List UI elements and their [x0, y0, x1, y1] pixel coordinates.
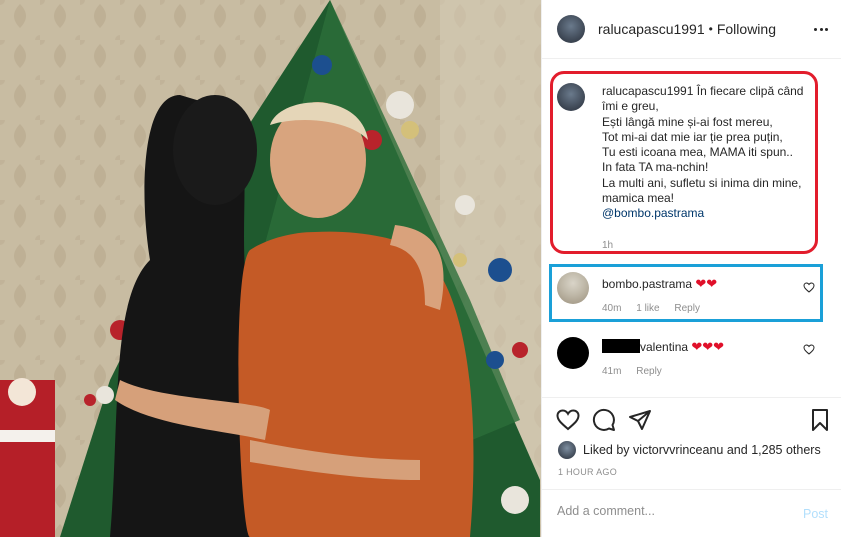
comment-body: ❤❤❤	[691, 339, 725, 354]
likes-summary: Liked by victorvvrinceanu and 1,285 othe…	[558, 441, 821, 459]
add-comment-bar: Post	[542, 489, 841, 537]
comment-time[interactable]: 40m	[602, 303, 621, 314]
likes-others-link[interactable]: 1,285 others	[751, 443, 821, 457]
header-separator: •	[708, 22, 713, 36]
author-avatar[interactable]	[557, 15, 585, 43]
caption-author-avatar[interactable]	[557, 83, 585, 111]
redaction-block	[602, 339, 640, 353]
save-bookmark-icon[interactable]	[808, 408, 832, 432]
post-timestamp[interactable]: 1 HOUR AGO	[558, 467, 617, 477]
caption-line: Ești lângă mine și-ai fost mereu,	[602, 114, 773, 129]
comment-meta: 40m 1 like Reply	[602, 303, 712, 314]
follow-status-button[interactable]: Following	[717, 21, 776, 37]
comment-like-heart-icon[interactable]	[803, 344, 815, 355]
post-comment-button[interactable]: Post	[803, 507, 828, 521]
comment-meta: 41m Reply	[602, 366, 674, 377]
author-username[interactable]: ralucapascu1991	[598, 21, 705, 37]
commenter-username[interactable]: bombo.pastrama	[602, 277, 692, 291]
commenter-avatar[interactable]	[557, 337, 589, 369]
commenter-avatar[interactable]	[557, 272, 589, 304]
likes-prefix: Liked by	[583, 443, 630, 457]
share-paper-plane-icon[interactable]	[628, 408, 652, 432]
add-comment-input[interactable]	[557, 504, 777, 518]
post-photo[interactable]	[0, 0, 541, 537]
liker-username[interactable]: victorvvrinceanu	[633, 443, 723, 457]
caption-timestamp[interactable]: 1h	[602, 240, 613, 251]
commenter-username[interactable]: valentina	[640, 340, 688, 354]
liker-avatar[interactable]	[558, 441, 576, 459]
comment-like-heart-icon[interactable]	[803, 282, 815, 293]
comment-text: bombo.pastrama ❤❤	[602, 276, 717, 292]
caption-line: Tot mi-ai dat mie iar ție prea puțin,	[602, 129, 783, 144]
post-caption: ralucapascu1991 În fiecare clipă când îm…	[602, 84, 817, 222]
comment-text: valentina ❤❤❤	[602, 339, 724, 355]
reply-button[interactable]: Reply	[636, 366, 662, 377]
likes-connector: and	[726, 443, 748, 457]
comment-bubble-icon[interactable]	[592, 408, 616, 432]
comment-likes[interactable]: 1 like	[636, 303, 659, 314]
comment-time[interactable]: 41m	[602, 366, 621, 377]
post-header: ralucapascu1991 • Following	[542, 0, 841, 59]
like-heart-icon[interactable]	[556, 408, 580, 432]
more-options-icon[interactable]	[814, 22, 828, 36]
post-side-panel: ralucapascu1991 • Following ralucapascu1…	[541, 0, 841, 537]
caption-username[interactable]: ralucapascu1991	[602, 84, 693, 98]
reply-button[interactable]: Reply	[674, 303, 700, 314]
caption-line: In fata TA ma-nchin!	[602, 160, 709, 175]
action-bar	[542, 397, 841, 443]
caption-line: Tu esti icoana mea, MAMA iti spun..	[602, 145, 793, 160]
caption-mention-link[interactable]: @bombo.pastrama	[602, 206, 704, 220]
comment-body: ❤❤	[695, 276, 718, 291]
caption-line: La multi ani, sufletu si inima din mine,…	[602, 175, 802, 206]
